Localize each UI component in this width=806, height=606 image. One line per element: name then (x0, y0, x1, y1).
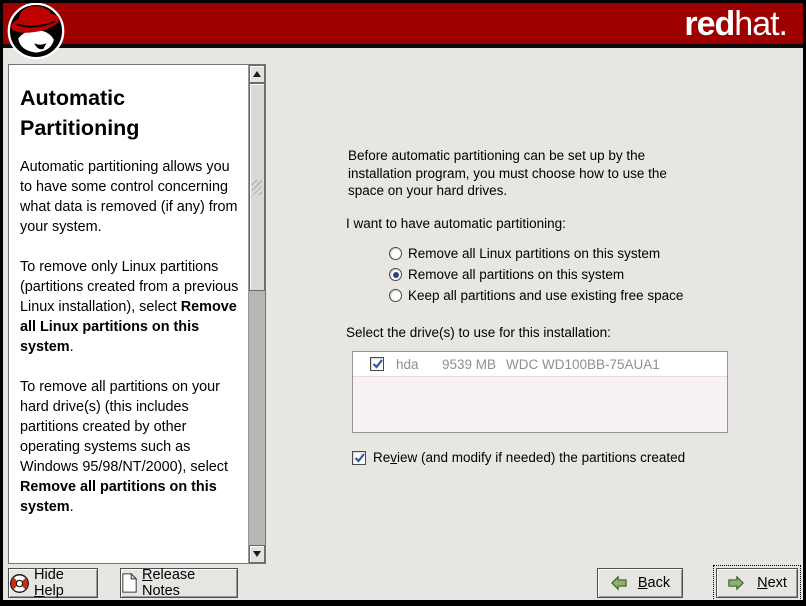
radio-button[interactable] (389, 289, 402, 302)
installer-content: redhat. Automatic Partitioning Automatic… (3, 3, 803, 600)
help-panel: Automatic Partitioning Automatic partiti… (8, 64, 266, 564)
intro-text: Before automatic partitioning can be set… (348, 147, 680, 200)
radio-button[interactable] (389, 247, 402, 260)
redhat-shadowman-icon (6, 3, 66, 61)
scrollbar-thumb[interactable] (249, 83, 265, 291)
radio-option-keep-all[interactable]: Keep all partitions and use existing fre… (389, 285, 683, 306)
check-icon (353, 451, 367, 465)
partitioning-options: Remove all Linux partitions on this syst… (389, 243, 683, 306)
next-label: Next (757, 575, 787, 591)
drive-name: hda (396, 357, 442, 372)
life-ring-icon (9, 573, 30, 594)
help-text: Automatic Partitioning Automatic partiti… (9, 65, 249, 563)
next-button[interactable]: Next (716, 568, 798, 598)
review-checkbox-row[interactable]: Review (and modify if needed) the partit… (352, 450, 685, 465)
drive-model: WDC WD100BB-75AUA1 (506, 357, 660, 372)
release-notes-label: Release Notes (142, 567, 237, 599)
radio-option-remove-linux[interactable]: Remove all Linux partitions on this syst… (389, 243, 683, 264)
redhat-wordmark: redhat. (684, 5, 787, 43)
help-scrollbar[interactable] (248, 65, 265, 563)
radio-dot (393, 272, 399, 278)
hide-help-label: Hide Help (34, 567, 97, 599)
scrollbar-track[interactable] (249, 83, 265, 545)
drive-select-prompt: Select the drive(s) to use for this inst… (346, 325, 611, 340)
arrow-left-icon (610, 575, 628, 591)
radio-option-remove-all[interactable]: Remove all partitions on this system (389, 264, 683, 285)
review-checkbox[interactable] (352, 451, 366, 465)
review-label: Review (and modify if needed) the partit… (373, 450, 685, 465)
help-paragraph-3: To remove all partitions on your hard dr… (20, 377, 242, 517)
banner-divider (3, 44, 803, 48)
scroll-up-button[interactable] (249, 65, 265, 83)
hide-help-button[interactable]: Hide Help (8, 568, 98, 598)
back-button[interactable]: Back (597, 568, 683, 598)
back-label: Back (638, 575, 670, 591)
arrow-down-icon (253, 551, 261, 557)
radio-button[interactable] (389, 268, 402, 281)
scroll-down-button[interactable] (249, 545, 265, 563)
drive-list[interactable]: hda 9539 MB WDC WD100BB-75AUA1 (352, 351, 728, 433)
help-title: Automatic Partitioning (20, 83, 225, 143)
top-banner (3, 3, 803, 44)
check-icon (371, 357, 385, 371)
help-paragraph-2: To remove only Linux partitions (partiti… (20, 257, 242, 357)
radio-label: Remove all Linux partitions on this syst… (408, 246, 660, 261)
arrow-right-icon (727, 575, 745, 591)
drive-row-hda[interactable]: hda 9539 MB WDC WD100BB-75AUA1 (353, 352, 727, 377)
release-notes-button[interactable]: Release Notes (120, 568, 238, 598)
installer-window: redhat. Automatic Partitioning Automatic… (0, 0, 806, 606)
radio-label: Remove all partitions on this system (408, 267, 624, 282)
help-paragraph-1: Automatic partitioning allows you to hav… (20, 157, 242, 237)
arrow-up-icon (253, 71, 261, 77)
radio-label: Keep all partitions and use existing fre… (408, 288, 683, 303)
drive-checkbox[interactable] (370, 357, 384, 371)
document-icon (121, 573, 138, 593)
drive-size: 9539 MB (442, 357, 506, 372)
partitioning-prompt: I want to have automatic partitioning: (346, 216, 566, 231)
